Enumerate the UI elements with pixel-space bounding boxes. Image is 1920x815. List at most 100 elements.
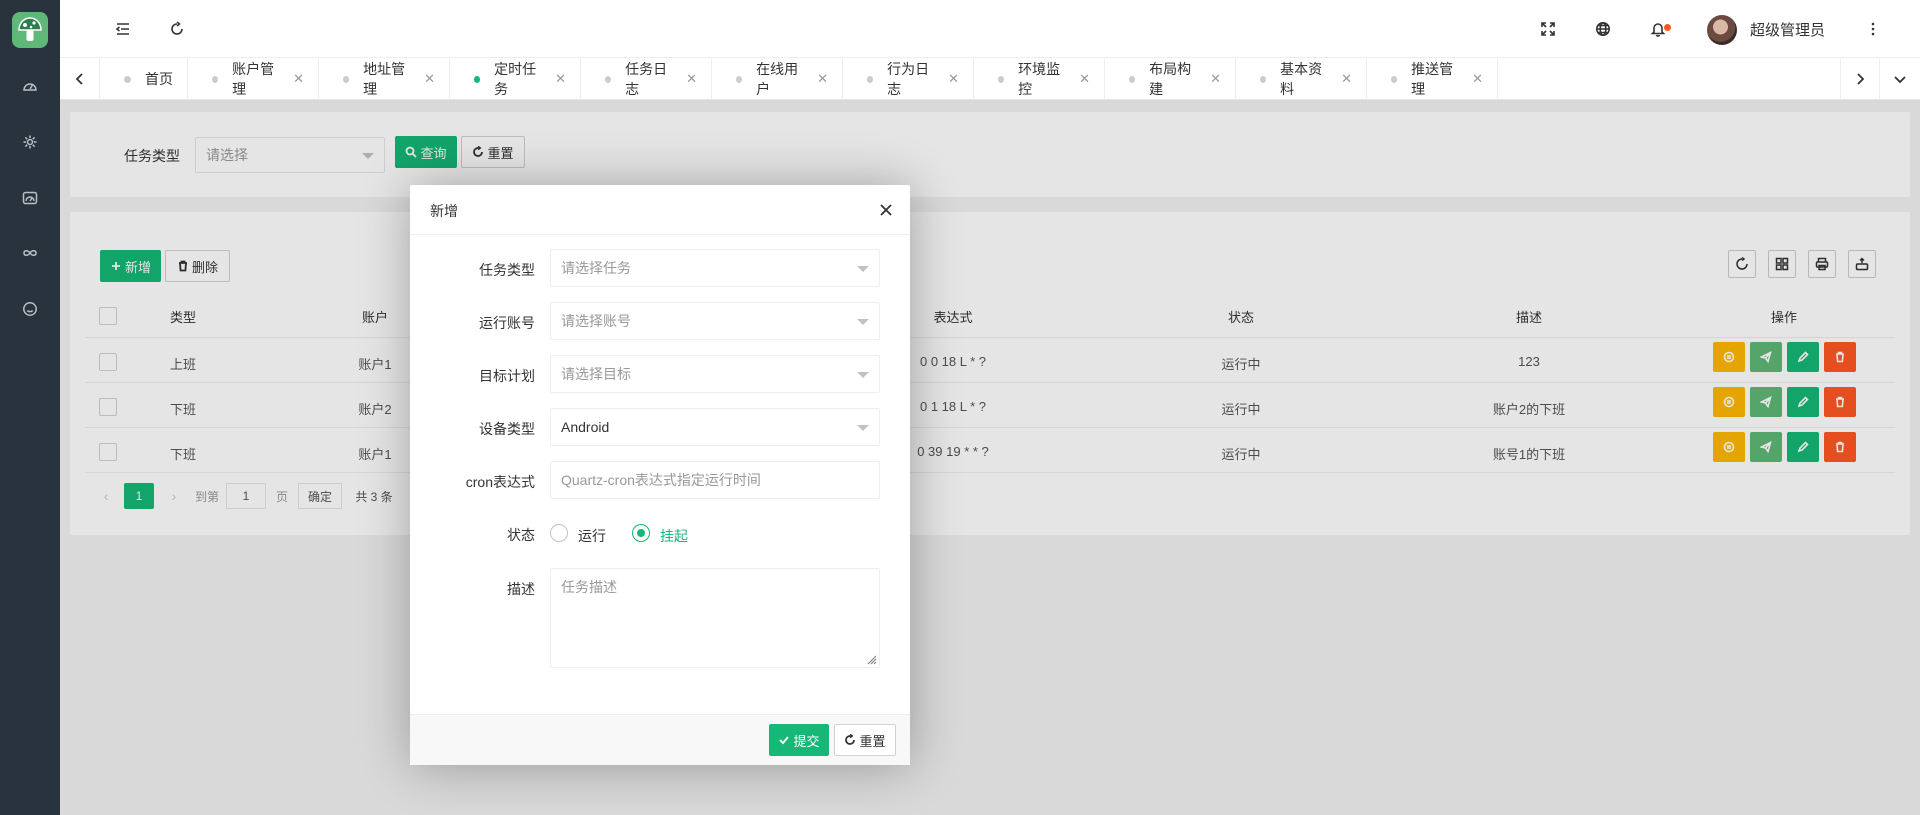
close-icon[interactable]: ✕ [1472, 71, 1483, 87]
tab-item[interactable]: 在线用户 ✕ [712, 58, 843, 100]
dialog-reset-button[interactable]: 重置 [834, 724, 896, 756]
tab-label: 任务日志 [625, 61, 668, 97]
top-header: 超级管理员 [60, 0, 1920, 58]
dialog-task-type-label: 任务类型 [479, 262, 535, 278]
tab-status-dot [867, 75, 874, 83]
tab-status-dot [124, 75, 131, 83]
close-icon[interactable] [876, 200, 896, 220]
submit-button-label: 提交 [793, 733, 820, 749]
tab-item[interactable]: 定时任务 ✕ [450, 58, 581, 100]
infinity-icon[interactable] [19, 242, 41, 264]
avatar[interactable] [1707, 15, 1737, 45]
dialog-target-select[interactable]: 请选择目标 [550, 355, 880, 393]
dialog-cron-label: cron表达式 [465, 474, 535, 490]
tabs-dropdown-icon[interactable] [1880, 58, 1920, 100]
tab-status-dot [1129, 75, 1136, 83]
notification-dot [1664, 24, 1671, 31]
close-icon[interactable]: ✕ [817, 71, 828, 87]
chevron-down-icon [857, 372, 869, 378]
tab-status-dot [212, 75, 219, 83]
tab-item[interactable]: 行为日志 ✕ [843, 58, 974, 100]
more-vertical-icon[interactable] [1858, 14, 1888, 44]
tab-label: 在线用户 [756, 61, 799, 97]
tab-item[interactable]: 基本资料 ✕ [1236, 58, 1367, 100]
tab-label: 定时任务 [494, 61, 537, 97]
status-run-radio[interactable] [550, 524, 568, 542]
dashboard-icon[interactable] [19, 75, 41, 97]
smile-icon[interactable] [19, 298, 41, 320]
close-icon[interactable]: ✕ [948, 71, 959, 87]
refresh-icon[interactable] [162, 14, 192, 44]
tab-status-dot [343, 75, 350, 83]
bell-icon[interactable] [1643, 14, 1673, 44]
dialog-account-select[interactable]: 请选择账号 [550, 302, 880, 340]
tab-status-dot [1391, 75, 1398, 83]
dialog-title: 新增 [430, 203, 458, 219]
tab-list: 首页 账户管理 ✕ 地址管理 ✕ 定时任务 ✕ 任务日志 ✕ 在线用户 ✕ 行为日志 ✕ 环境监控 ✕ 布局构… [100, 58, 1498, 100]
chevron-down-icon [857, 425, 869, 431]
dialog-cron-placeholder: Quartz-cron表达式指定运行时间 [561, 472, 761, 488]
submit-button[interactable]: 提交 [769, 724, 829, 756]
dialog-task-type-select[interactable]: 请选择任务 [550, 249, 880, 287]
close-icon[interactable]: ✕ [293, 71, 304, 87]
check-icon [779, 736, 790, 745]
close-icon[interactable]: ✕ [1079, 71, 1090, 87]
tab-status-dot [605, 75, 612, 83]
sidebar [0, 0, 60, 815]
status-suspend-label[interactable]: 挂起 [660, 526, 688, 546]
tab-item[interactable]: 账户管理 ✕ [188, 58, 319, 100]
dialog-task-type-placeholder: 请选择任务 [561, 260, 631, 276]
dialog-desc-placeholder: 任务描述 [561, 579, 617, 595]
tab-label: 布局构建 [1149, 61, 1192, 97]
tab-item[interactable]: 首页 [100, 58, 188, 100]
dialog-footer: 提交 重置 [410, 714, 910, 765]
gear-icon[interactable] [19, 131, 41, 153]
dialog-device-select[interactable]: Android [550, 408, 880, 446]
tab-status-dot [474, 75, 481, 83]
app-logo[interactable] [12, 12, 48, 48]
status-suspend-radio[interactable] [632, 524, 650, 542]
username[interactable]: 超级管理员 [1750, 19, 1825, 40]
add-task-dialog: 新增 任务类型 请选择任务 运行账号 请选择账号 目标计划 请选择目标 设备类型… [410, 185, 910, 765]
tab-label: 基本资料 [1280, 61, 1323, 97]
chevron-down-icon [857, 319, 869, 325]
close-icon[interactable]: ✕ [555, 71, 566, 87]
tab-label: 推送管理 [1411, 61, 1454, 97]
dialog-header: 新增 [410, 185, 910, 235]
dialog-reset-label: 重置 [859, 733, 886, 749]
dialog-status-label: 状态 [507, 527, 535, 543]
dialog-desc-textarea[interactable]: 任务描述 [550, 568, 880, 668]
resize-handle-icon[interactable] [865, 653, 877, 665]
tab-status-dot [1260, 75, 1267, 83]
close-icon[interactable]: ✕ [1210, 71, 1221, 87]
tab-status-dot [998, 75, 1005, 83]
menu-fold-icon[interactable] [108, 14, 138, 44]
tabs-scroll-left-icon[interactable] [60, 58, 100, 100]
tab-item[interactable]: 环境监控 ✕ [974, 58, 1105, 100]
tab-item[interactable]: 推送管理 ✕ [1367, 58, 1498, 100]
dialog-target-placeholder: 请选择目标 [561, 366, 631, 382]
tab-item[interactable]: 布局构建 ✕ [1105, 58, 1236, 100]
close-icon[interactable]: ✕ [686, 71, 697, 87]
gauge-icon[interactable] [19, 187, 41, 209]
dialog-target-label: 目标计划 [479, 368, 535, 384]
dialog-cron-input[interactable]: Quartz-cron表达式指定运行时间 [550, 461, 880, 499]
tab-label: 地址管理 [363, 61, 406, 97]
tab-status-dot [736, 75, 743, 83]
chevron-down-icon [857, 266, 869, 272]
tabs-scroll-right-icon[interactable] [1840, 58, 1880, 100]
dialog-device-value: Android [561, 419, 610, 435]
status-run-label[interactable]: 运行 [578, 526, 606, 546]
tab-item[interactable]: 任务日志 ✕ [581, 58, 712, 100]
tab-label: 账户管理 [232, 61, 275, 97]
refresh-icon [845, 734, 856, 745]
fullscreen-icon[interactable] [1533, 14, 1563, 44]
dialog-device-label: 设备类型 [479, 421, 535, 437]
tab-item[interactable]: 地址管理 ✕ [319, 58, 450, 100]
close-icon[interactable]: ✕ [1341, 71, 1352, 87]
dialog-account-label: 运行账号 [479, 315, 535, 331]
globe-icon[interactable] [1588, 14, 1618, 44]
dialog-desc-label: 描述 [507, 581, 535, 597]
modal-overlay[interactable] [60, 100, 1920, 815]
close-icon[interactable]: ✕ [424, 71, 435, 87]
